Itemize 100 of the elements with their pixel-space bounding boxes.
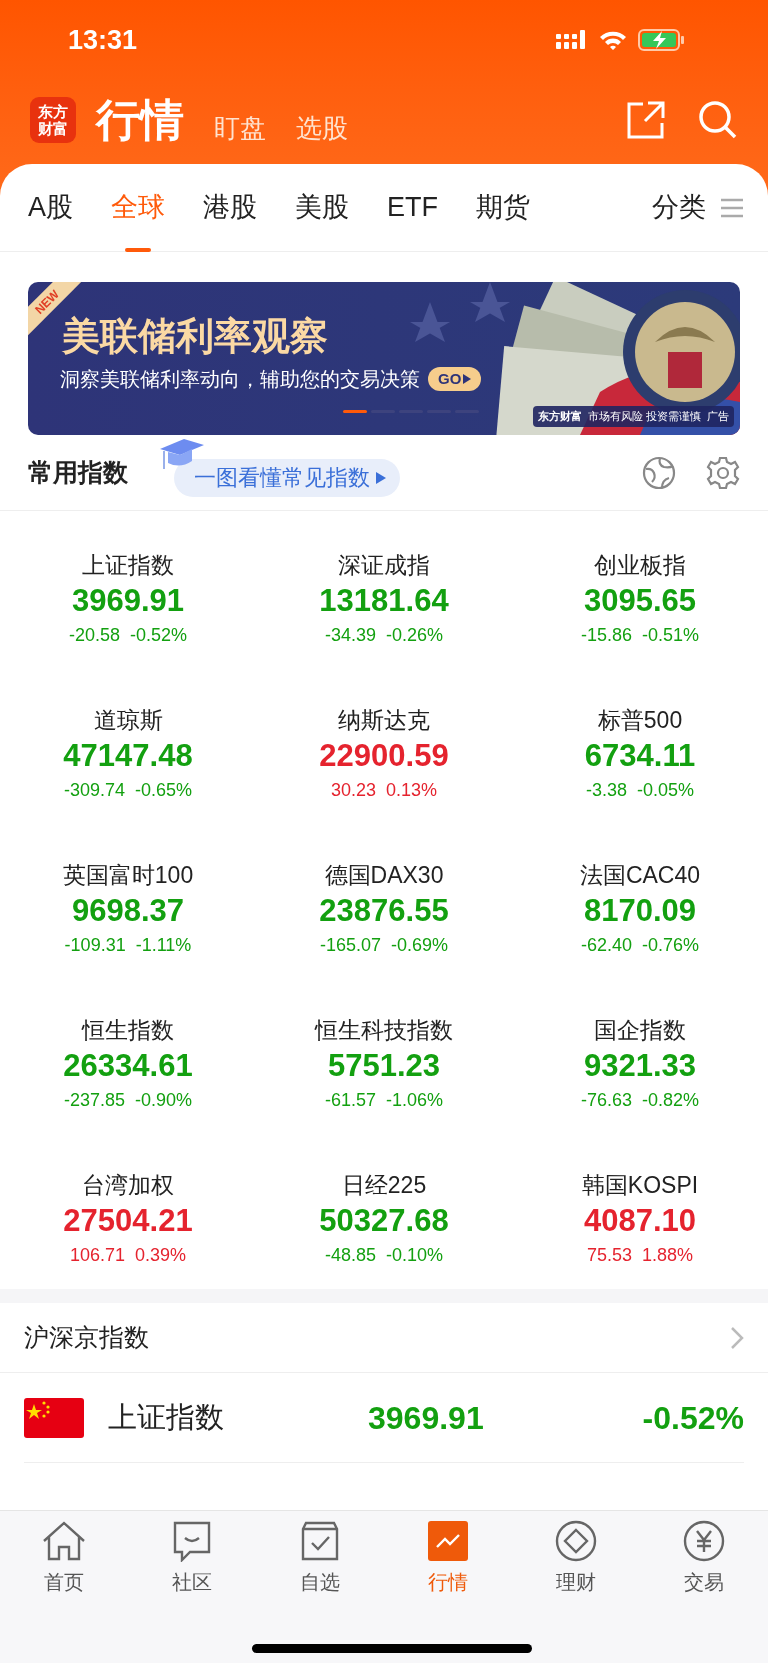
index-card[interactable]: 恒生科技指数 5751.23 -61.57 -1.06%: [256, 986, 512, 1141]
index-change: -165.07: [319, 933, 381, 957]
index-card[interactable]: 纳斯达克 22900.59 30.23 0.13%: [256, 676, 512, 831]
banner-subtitle: 洞察美联储利率动向，辅助您的交易决策: [60, 367, 420, 392]
index-card[interactable]: 英国富时100 9698.37 -109.31 -1.11%: [0, 831, 256, 986]
menu-icon[interactable]: [720, 197, 744, 218]
tab[interactable]: A股: [28, 163, 73, 252]
index-change: -48.85: [324, 1243, 376, 1267]
index-card[interactable]: 上证指数 3969.91 -20.58 -0.52%: [0, 521, 256, 676]
index-card[interactable]: 法国CAC40 8170.09 -62.40 -0.76%: [512, 831, 768, 986]
index-row[interactable]: 上证指数 3969.91 -0.52%: [24, 1373, 744, 1463]
index-name: 深证成指: [338, 550, 430, 580]
index-percent: -0.52%: [130, 623, 188, 647]
index-change: -3.38: [585, 778, 627, 802]
nav-tab[interactable]: 理财: [512, 1519, 640, 1597]
index-card[interactable]: 国企指数 9321.33 -76.63 -0.82%: [512, 986, 768, 1141]
index-price: 9698.37: [71, 891, 185, 930]
index-card[interactable]: 台湾加权 27504.21 106.71 0.39%: [0, 1141, 256, 1296]
battery-charging-icon: [638, 28, 686, 52]
index-percent: -0.90%: [135, 1088, 193, 1112]
globe-icon[interactable]: [642, 455, 676, 490]
index-name: 创业板指: [594, 550, 686, 580]
index-price: 5751.23: [327, 1046, 441, 1085]
index-change: -237.85: [63, 1088, 125, 1112]
index-change: 30.23: [330, 778, 376, 802]
index-name: 恒生指数: [82, 1015, 174, 1045]
index-price: 8170.09: [583, 891, 697, 930]
index-card[interactable]: 恒生指数 26334.61 -237.85 -0.90%: [0, 986, 256, 1141]
index-name: 韩国KOSPI: [581, 1170, 699, 1200]
chevron-right-icon[interactable]: [730, 1325, 744, 1350]
banner-disclaimer: 市场有风险 投资需谨慎: [587, 409, 701, 424]
index-price: 47147.48: [63, 736, 193, 775]
tab[interactable]: 期货: [476, 163, 530, 252]
index-percent: -0.51%: [642, 623, 700, 647]
nav-tab[interactable]: 自选: [256, 1519, 384, 1597]
index-price: 27504.21: [63, 1201, 193, 1240]
index-name: 德国DAX30: [324, 860, 444, 890]
index-change: -15.86: [580, 623, 632, 647]
index-percent: -0.26%: [386, 623, 444, 647]
index-price: 50327.68: [319, 1201, 449, 1240]
checkbox-icon: [300, 1521, 340, 1561]
index-card[interactable]: 深证成指 13181.64 -34.39 -0.26%: [256, 521, 512, 676]
category-button[interactable]: 分类: [652, 187, 706, 228]
home-icon: [42, 1521, 86, 1561]
nav-tab[interactable]: 交易: [640, 1519, 768, 1597]
index-price: 26334.61: [63, 1046, 193, 1085]
index-name: 恒生科技指数: [315, 1015, 453, 1045]
index-card[interactable]: 日经225 50327.68 -48.85 -0.10%: [256, 1141, 512, 1296]
index-change: -76.63: [580, 1088, 632, 1112]
index-percent: -0.65%: [135, 778, 193, 802]
index-percent: -0.82%: [642, 1088, 700, 1112]
section-title: 常用指数: [28, 456, 128, 488]
status-time: 13:31: [68, 23, 138, 57]
index-card[interactable]: 标普500 6734.11 -3.38 -0.05%: [512, 676, 768, 831]
index-change: -20.58: [68, 623, 120, 647]
chat-bubble-icon: [172, 1520, 212, 1562]
banner-title: 美联储利率观察: [62, 314, 328, 359]
index-card[interactable]: 道琼斯 47147.48 -309.74 -0.65%: [0, 676, 256, 831]
index-price: 3969.91: [368, 1398, 485, 1438]
index-percent: -1.11%: [135, 933, 192, 957]
index-name: 台湾加权: [82, 1170, 174, 1200]
ad-label: 广告: [707, 409, 729, 424]
index-change: 75.53: [586, 1243, 632, 1267]
index-change: -34.39: [324, 623, 376, 647]
line-chart-icon: [428, 1521, 468, 1561]
nav-tab[interactable]: 社区: [128, 1519, 256, 1597]
share-icon[interactable]: [626, 100, 666, 140]
tab[interactable]: ETF: [387, 163, 438, 252]
index-price: 22900.59: [319, 736, 449, 775]
settings-icon[interactable]: [706, 455, 740, 490]
index-name: 上证指数: [82, 550, 174, 580]
flag-icon: [24, 1397, 84, 1438]
tab[interactable]: 美股: [295, 163, 349, 252]
signal-icon: [556, 30, 588, 50]
tab[interactable]: 港股: [203, 163, 257, 252]
wifi-icon: [598, 29, 628, 51]
index-price: 6734.11: [584, 736, 696, 775]
yen-icon: [683, 1520, 725, 1562]
index-name: 标普500: [597, 705, 683, 735]
play-icon: [463, 374, 472, 384]
index-change: -309.74: [63, 778, 125, 802]
index-change: -62.40: [580, 933, 632, 957]
go-button[interactable]: GO: [428, 367, 482, 391]
nav-tab[interactable]: 首页: [0, 1519, 128, 1597]
index-card[interactable]: 创业板指 3095.65 -15.86 -0.51%: [512, 521, 768, 676]
index-name: 国企指数: [594, 1015, 686, 1045]
index-change: 106.71: [69, 1243, 125, 1267]
index-percent: 0.39%: [135, 1243, 187, 1267]
index-card[interactable]: 德国DAX30 23876.55 -165.07 -0.69%: [256, 831, 512, 986]
index-price: 9321.33: [583, 1046, 697, 1085]
index-price: 23876.55: [319, 891, 449, 930]
tab-indicator: [125, 247, 151, 252]
index-percent: -0.69%: [391, 933, 449, 957]
index-name: 日经225: [341, 1170, 427, 1200]
index-card[interactable]: 韩国KOSPI 4087.10 75.53 1.88%: [512, 1141, 768, 1296]
index-price: 3969.91: [71, 581, 185, 620]
guide-button[interactable]: 一图看懂常见指数: [174, 458, 400, 497]
play-icon: [376, 471, 386, 484]
search-icon[interactable]: [698, 100, 738, 140]
index-price: 13181.64: [319, 581, 449, 620]
